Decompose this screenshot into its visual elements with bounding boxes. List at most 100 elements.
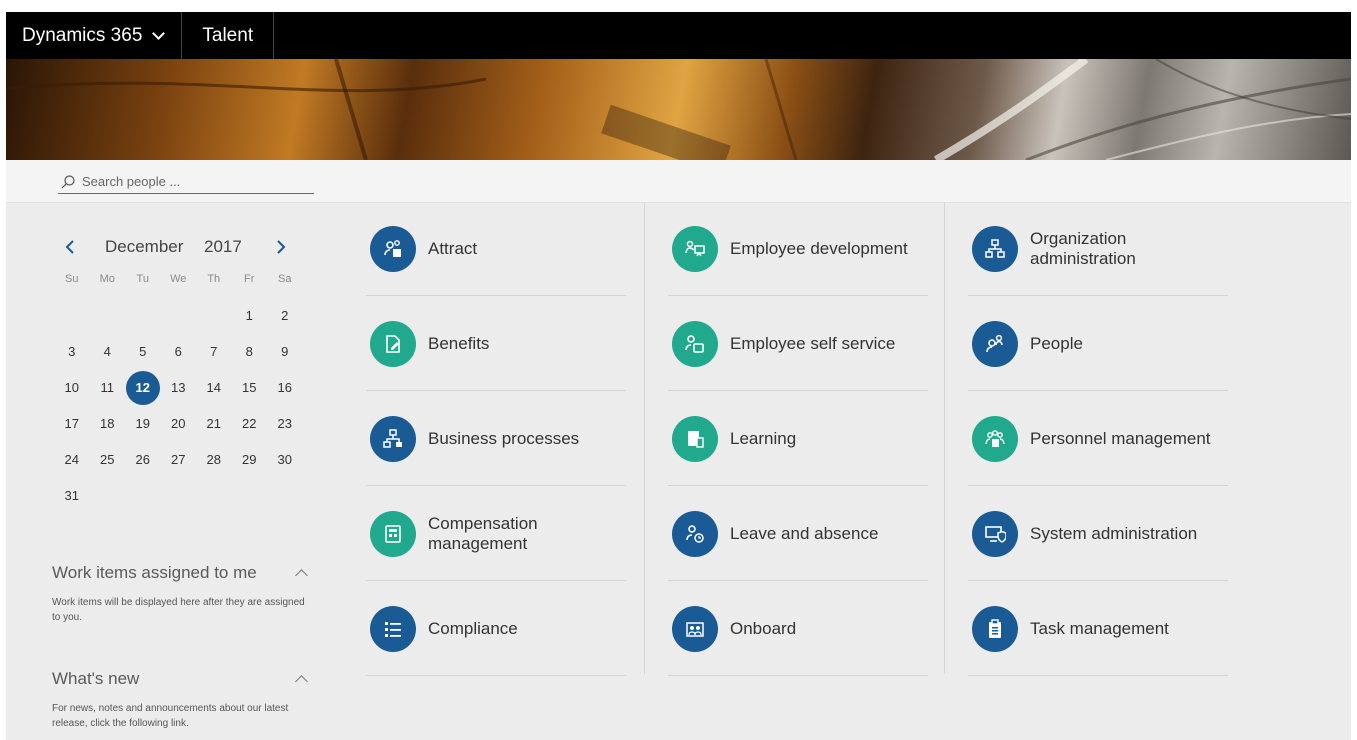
work-items-header[interactable]: Work items assigned to me xyxy=(52,563,314,583)
people-group-icon xyxy=(672,605,718,652)
calendar-day[interactable]: 24 xyxy=(54,442,90,478)
tile-label: Organization administration xyxy=(1030,228,1136,268)
tile-label: Leave and absence xyxy=(730,523,879,543)
work-items-text: Work items will be displayed here after … xyxy=(52,597,305,623)
chevron-left-icon[interactable] xyxy=(62,238,78,256)
calendar-day[interactable]: 5 xyxy=(125,334,161,370)
calendar-day[interactable]: 4 xyxy=(90,334,126,370)
calendar-month[interactable]: December xyxy=(105,237,183,257)
document-edit-icon xyxy=(370,320,416,367)
calendar-empty-cell xyxy=(161,298,197,334)
calendar-day[interactable]: 21 xyxy=(196,406,232,442)
weekday-label: Fr xyxy=(244,273,255,285)
tile-business-processes[interactable]: Business processes xyxy=(366,392,626,486)
calendar-day[interactable]: 8 xyxy=(232,334,268,370)
calendar-day[interactable]: 29 xyxy=(232,442,268,478)
clipboard-icon xyxy=(972,605,1018,652)
tile-task-management[interactable]: Task management xyxy=(968,582,1228,676)
calendar-day[interactable]: 28 xyxy=(196,442,232,478)
weekday-label: Sa xyxy=(278,273,292,285)
tile-learning[interactable]: Learning xyxy=(668,392,928,486)
search-people-input[interactable] xyxy=(82,174,302,189)
monitor-shield-icon xyxy=(972,510,1018,557)
calendar-year[interactable]: 2017 xyxy=(204,237,242,257)
calendar-day[interactable]: 13 xyxy=(161,370,197,406)
calendar-day[interactable]: 20 xyxy=(161,406,197,442)
calendar-day[interactable]: 17 xyxy=(54,406,90,442)
tile-label: Compliance xyxy=(428,618,518,638)
weekday-label: Mo xyxy=(99,273,115,285)
weekday-label: Su xyxy=(65,273,79,285)
org-chart-icon xyxy=(972,225,1018,272)
calendar-day[interactable]: 23 xyxy=(267,406,303,442)
tile-onboard[interactable]: Onboard xyxy=(668,582,928,676)
top-nav-bar: Dynamics 365 Talent xyxy=(6,12,1351,59)
work-items-title: Work items assigned to me xyxy=(52,563,257,582)
calendar-day[interactable]: 3 xyxy=(54,334,90,370)
calendar-day[interactable]: 11 xyxy=(90,370,126,406)
module-name[interactable]: Talent xyxy=(182,12,275,59)
tile-compensation-management[interactable]: Compensation management xyxy=(366,487,626,581)
whats-new-section: What's new For news, notes and announcem… xyxy=(52,669,314,731)
person-presentation-icon xyxy=(672,225,718,272)
chevron-up-icon xyxy=(295,568,308,582)
calendar-empty-cell xyxy=(125,298,161,334)
calendar-day[interactable]: 19 xyxy=(125,406,161,442)
tile-label: Attract xyxy=(428,238,478,258)
tile-employee-development[interactable]: Employee development xyxy=(668,202,928,296)
tile-employee-self-service[interactable]: Employee self service xyxy=(668,297,928,391)
calendar-day[interactable]: 14 xyxy=(196,370,232,406)
calendar-day[interactable]: 25 xyxy=(90,442,126,478)
calendar-day[interactable]: 7 xyxy=(196,334,232,370)
process-flow-icon xyxy=(370,415,416,462)
tile-label: Personnel management xyxy=(1030,428,1211,448)
tile-personnel-management[interactable]: Personnel management xyxy=(968,392,1228,486)
calendar-day[interactable]: 6 xyxy=(161,334,197,370)
search-field xyxy=(58,170,314,194)
calendar-day[interactable]: 1 xyxy=(232,298,268,334)
chevron-down-icon xyxy=(152,26,166,40)
product-switcher[interactable]: Dynamics 365 xyxy=(6,12,183,59)
tile-attract[interactable]: Attract xyxy=(366,202,626,296)
whats-new-text: For news, notes and announcements about … xyxy=(52,703,289,729)
tile-label: Employee self service xyxy=(730,333,896,353)
calendar-day[interactable]: 18 xyxy=(90,406,126,442)
weekday-label: Tu xyxy=(136,273,149,285)
tile-label: Learning xyxy=(730,428,797,448)
tile-leave-and-absence[interactable]: Leave and absence xyxy=(668,487,928,581)
tile-label: Task management xyxy=(1030,618,1169,638)
tile-label: Employee development xyxy=(730,238,908,258)
tile-label: System administration xyxy=(1030,523,1198,543)
tile-organization-administration[interactable]: Organization administration xyxy=(968,202,1228,296)
weekday-label: Th xyxy=(207,273,221,285)
calendar-day[interactable]: 2 xyxy=(267,298,303,334)
tile-label: Business processes xyxy=(428,428,580,448)
chevron-right-icon[interactable] xyxy=(273,238,289,256)
calendar-day[interactable]: 9 xyxy=(267,334,303,370)
calendar-day[interactable]: 16 xyxy=(267,370,303,406)
calendar-empty-cell xyxy=(54,298,90,334)
banner-texture xyxy=(6,59,1351,160)
tile-people[interactable]: People xyxy=(968,297,1228,391)
calendar-day[interactable]: 26 xyxy=(125,442,161,478)
group-badge-icon xyxy=(972,415,1018,462)
calendar-day[interactable]: 31 xyxy=(54,478,90,514)
calendar-day[interactable]: 27 xyxy=(161,442,197,478)
calendar-day[interactable]: 15 xyxy=(232,370,268,406)
calendar-day[interactable]: 22 xyxy=(232,406,268,442)
whats-new-title: What's new xyxy=(52,669,140,688)
whats-new-header[interactable]: What's new xyxy=(52,669,314,689)
list-icon xyxy=(370,605,416,652)
tile-system-administration[interactable]: System administration xyxy=(968,487,1228,581)
search-icon xyxy=(61,174,75,188)
calendar-empty-cell xyxy=(196,298,232,334)
book-icon xyxy=(672,415,718,462)
calendar-day-selected[interactable]: 12 xyxy=(125,370,161,406)
tile-benefits[interactable]: Benefits xyxy=(366,297,626,391)
tile-compliance[interactable]: Compliance xyxy=(366,582,626,676)
tile-label: Compensation management xyxy=(428,513,538,553)
app-window: Dynamics 365 Talent Search people ... De… xyxy=(6,12,1351,740)
calendar-day[interactable]: 10 xyxy=(54,370,90,406)
work-items-section: Work items assigned to me Work items wil… xyxy=(52,563,314,625)
calendar-day[interactable]: 30 xyxy=(267,442,303,478)
